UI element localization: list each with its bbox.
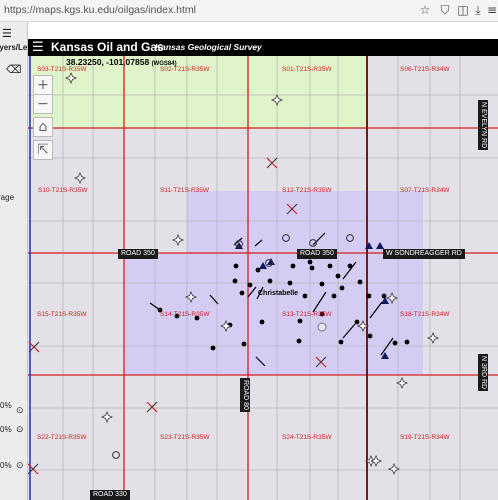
well-dot	[233, 263, 239, 269]
road-label: ROAD 350	[297, 249, 337, 259]
section-label: S22-T21S-R35W	[37, 434, 87, 441]
opacity-label-1: 0%	[0, 401, 12, 410]
road-label: N 3RD RD	[478, 354, 488, 392]
well-dot	[357, 279, 363, 285]
map-canvas[interactable]	[28, 39, 498, 500]
section-label: S10-T21S-R35W	[38, 187, 88, 194]
home-icon[interactable]: ⌂	[33, 117, 53, 137]
well-dot	[354, 319, 360, 325]
list-icon[interactable]: ☰	[2, 27, 12, 40]
well-dot	[331, 293, 337, 299]
zoom-out-button[interactable]: −	[33, 94, 53, 114]
partial-label: rage	[0, 193, 15, 202]
hamburger-menu-icon[interactable]: ☰	[32, 41, 46, 54]
well-dot	[241, 341, 247, 347]
chevron-icon[interactable]: ⊙	[16, 405, 24, 416]
well-dot	[367, 333, 373, 339]
well-dot	[319, 281, 325, 287]
section-label: S07-T21S-R34W	[400, 187, 450, 194]
well-dot	[327, 263, 333, 269]
section-label: S12-T21S-R35W	[282, 187, 332, 194]
section-label: S11-T21S-R35W	[160, 187, 210, 194]
locate-icon[interactable]: ⇱	[33, 140, 53, 160]
section-label: S13-T21S-R35W	[282, 311, 332, 318]
well-dot	[297, 318, 303, 324]
shield-icon[interactable]: ⛉	[438, 3, 452, 17]
section-label: S18-T21S-R34W	[400, 311, 450, 318]
well-ring	[317, 322, 327, 332]
app-subtitle: Kansas Geological Survey	[155, 42, 262, 52]
well-dot	[302, 293, 308, 299]
left-panel: ☰ Layers/Legend ⌫ rage 0% ⊙ 0% ⊙ 0% ⊙	[0, 22, 28, 500]
well-dot	[210, 345, 216, 351]
well-dot	[392, 340, 398, 346]
section-label: S01-T21S-R35W	[282, 66, 332, 73]
road-label: ROAD 80	[240, 378, 250, 412]
well-dot	[239, 290, 245, 296]
well-dot	[267, 278, 273, 284]
section-label: S23-T21S-R35W	[160, 434, 210, 441]
road-label: ROAD 350	[118, 249, 158, 259]
well-name-label: Christabelle	[258, 290, 299, 297]
browser-menu-icon[interactable]: ≡	[485, 3, 498, 17]
layers-legend-tab[interactable]: Layers/Legend	[0, 43, 27, 52]
road-label: ROAD 330	[90, 490, 130, 500]
section-label: S06-T21S-R34W	[400, 66, 450, 73]
road-label: N EVELYN RD	[478, 100, 488, 151]
section-label: S03-T21S-R35W	[37, 66, 87, 73]
well-dot	[366, 293, 372, 299]
well-dot	[290, 263, 296, 269]
well-dot	[404, 339, 410, 345]
well-dot	[381, 293, 387, 299]
section-label: S19-T21S-R34W	[400, 434, 450, 441]
star-icon[interactable]: ☆	[418, 3, 432, 17]
section-label: S15-T21S-R35W	[37, 311, 87, 318]
well-dot	[247, 282, 253, 288]
chevron-icon[interactable]: ⊙	[16, 424, 24, 435]
zoom-in-button[interactable]: +	[33, 75, 53, 95]
well-dot	[307, 259, 313, 265]
well-dot	[259, 319, 265, 325]
map-title-bar: ☰ Kansas Oil and Gas Kansas Geological S…	[28, 39, 498, 56]
opacity-label-2: 0%	[0, 425, 12, 434]
extension-icon[interactable]: ◫	[456, 3, 470, 17]
well-dot	[339, 285, 345, 291]
eraser-icon[interactable]: ⌫	[6, 63, 22, 76]
well-dot	[232, 278, 238, 284]
app-title: Kansas Oil and Gas	[51, 40, 164, 54]
well-dot	[338, 339, 344, 345]
well-dot	[287, 280, 293, 286]
download-icon[interactable]: ⤓	[471, 3, 485, 17]
well-dot	[335, 273, 341, 279]
browser-url-bar: https://maps.kgs.ku.edu/oilgas/index.htm…	[0, 0, 498, 22]
road-label: W SONDREAGGER RD	[383, 249, 465, 259]
well-dot	[296, 338, 302, 344]
section-label: S24-T21S-R35W	[282, 434, 332, 441]
well-dot	[309, 265, 315, 271]
map-view[interactable]	[28, 39, 498, 500]
chevron-icon[interactable]: ⊙	[16, 460, 24, 471]
section-label: S02-T21S-R35W	[160, 66, 210, 73]
url-text[interactable]: https://maps.kgs.ku.edu/oilgas/index.htm…	[4, 4, 196, 16]
opacity-label-3: 0%	[0, 461, 12, 470]
section-label: S14-T21S-R35W	[160, 311, 210, 318]
